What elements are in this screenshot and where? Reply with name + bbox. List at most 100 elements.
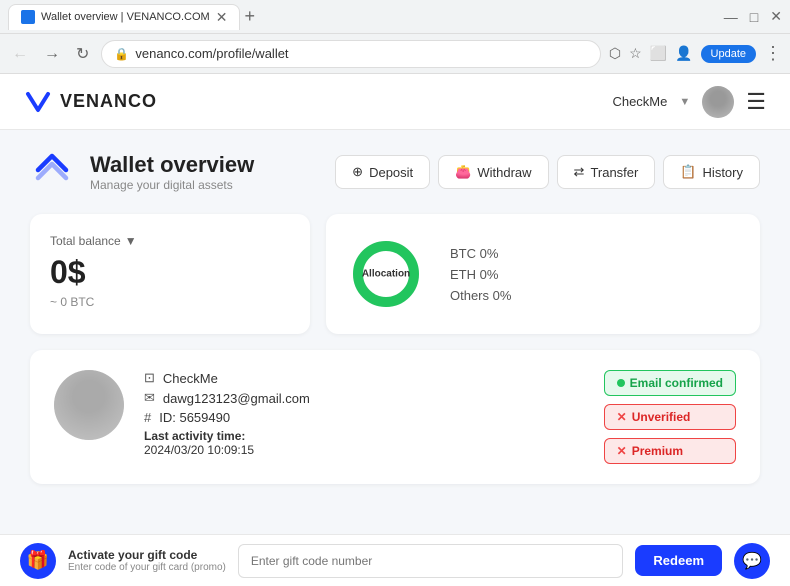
update-button[interactable]: Update — [701, 45, 756, 63]
header-right: CheckMe ▼ ☰ — [612, 86, 766, 118]
dropdown-arrow: ▼ — [679, 96, 690, 108]
balance-amount: 0$ — [50, 254, 290, 291]
cast-icon[interactable]: ⬡ — [609, 45, 621, 62]
cards-row: Total balance ▼ 0$ ~ 0 BTC Allocation BT… — [30, 214, 760, 334]
transfer-button[interactable]: ⇄ Transfer — [557, 155, 656, 189]
history-icon: 📋 — [680, 164, 696, 180]
unverified-label: Unverified — [632, 410, 691, 424]
history-label: History — [703, 165, 743, 180]
bottom-bar: 🎁 Activate your gift code Enter code of … — [0, 534, 790, 586]
balance-label: Total balance ▼ — [50, 234, 290, 248]
gift-icon-area: 🎁 — [20, 543, 56, 579]
profile-id: ID: 5659490 — [159, 410, 230, 425]
profile-email-row: ✉ dawg123123@gmail.com — [144, 390, 584, 406]
balance-dropdown-icon: ▼ — [125, 234, 137, 248]
gift-code-input[interactable] — [238, 544, 624, 578]
allocation-items: BTC 0% ETH 0% Others 0% — [450, 246, 511, 303]
browser-titlebar: Wallet overview | VENANCO.COM ✕ + — □ ✕ — [0, 0, 790, 34]
profile-name: CheckMe — [163, 371, 218, 386]
profile-avatar-image — [54, 370, 124, 440]
deposit-button[interactable]: ⊕ Deposit — [335, 155, 430, 189]
wallet-title-area: Wallet overview Manage your digital asse… — [90, 152, 254, 192]
premium-badge: ✕ Premium — [604, 438, 736, 464]
lock-icon: 🔒 — [114, 47, 129, 61]
browser-menu-button[interactable]: ⋮ — [764, 43, 782, 64]
addressbar-actions: ⬡ ☆ ⬜ 👤 Update ⋮ — [609, 43, 782, 64]
gift-title: Activate your gift code — [68, 548, 226, 562]
chat-button[interactable]: 💬 — [734, 543, 770, 579]
allocation-card: Allocation BTC 0% ETH 0% Others 0% — [326, 214, 760, 334]
alloc-item-others: Others 0% — [450, 288, 511, 303]
forward-button[interactable]: → — [40, 41, 64, 67]
badge-dot-icon — [617, 379, 625, 387]
premium-label: Premium — [632, 444, 683, 458]
wallet-title: Wallet overview — [90, 152, 254, 178]
action-buttons: ⊕ Deposit 👛 Withdraw ⇄ Transfer 📋 Histor… — [335, 155, 760, 189]
alloc-item-btc: BTC 0% — [450, 246, 511, 261]
maximize-button[interactable]: □ — [750, 9, 758, 25]
transfer-label: Transfer — [590, 165, 638, 180]
profile-email-icon: ✉ — [144, 390, 155, 406]
new-tab-button[interactable]: + — [244, 6, 255, 27]
address-bar[interactable]: 🔒 venanco.com/profile/wallet — [101, 40, 600, 68]
gift-text-area: Activate your gift code Enter code of yo… — [68, 548, 226, 573]
transfer-icon: ⇄ — [574, 164, 585, 180]
withdraw-icon: 👛 — [455, 164, 471, 180]
refresh-button[interactable]: ↻ — [72, 40, 93, 68]
logo-name: VENANCO — [60, 91, 157, 112]
tab-favicon — [21, 10, 35, 24]
url-text: venanco.com/profile/wallet — [135, 46, 288, 61]
balance-btc: ~ 0 BTC — [50, 295, 290, 309]
logo-svg — [24, 88, 52, 116]
profile-last-activity-label: Last activity time: — [144, 429, 584, 443]
avatar-image — [702, 86, 734, 118]
gift-subtitle: Enter code of your gift card (promo) — [68, 562, 226, 573]
hamburger-menu-button[interactable]: ☰ — [746, 89, 766, 115]
profile-avatar — [54, 370, 124, 440]
profile-card: ⊡ CheckMe ✉ dawg123123@gmail.com # ID: 5… — [30, 350, 760, 484]
badge-premium-x-icon: ✕ — [617, 444, 627, 458]
redeem-label: Redeem — [653, 553, 704, 568]
gift-icon: 🎁 — [27, 550, 49, 571]
back-button[interactable]: ← — [8, 41, 32, 67]
profile-section: ⊡ CheckMe ✉ dawg123123@gmail.com # ID: 5… — [30, 350, 760, 484]
badge-x-icon: ✕ — [617, 410, 627, 424]
close-button[interactable]: ✕ — [770, 8, 782, 25]
extensions-icon[interactable]: ⬜ — [650, 45, 667, 62]
email-confirmed-badge: Email confirmed — [604, 370, 736, 396]
wallet-subtitle: Manage your digital assets — [90, 178, 254, 192]
wallet-icon-area — [30, 150, 74, 194]
tab-title: Wallet overview | VENANCO.COM — [41, 11, 210, 23]
profile-last-activity-time: 2024/03/20 10:09:15 — [144, 443, 584, 457]
browser-controls: — □ ✕ — [724, 8, 782, 25]
site-header: VENANCO CheckMe ▼ ☰ — [0, 74, 790, 130]
profile-info: ⊡ CheckMe ✉ dawg123123@gmail.com # ID: 5… — [144, 370, 584, 457]
tab-close-button[interactable]: ✕ — [216, 9, 228, 26]
unverified-badge: ✕ Unverified — [604, 404, 736, 430]
profile-email: dawg123123@gmail.com — [163, 391, 310, 406]
profile-id-row: # ID: 5659490 — [144, 410, 584, 425]
avatar[interactable] — [702, 86, 734, 118]
email-confirmed-label: Email confirmed — [630, 376, 723, 390]
user-name: CheckMe — [612, 94, 667, 109]
alloc-item-eth: ETH 0% — [450, 267, 511, 282]
withdraw-label: Withdraw — [477, 165, 531, 180]
balance-card: Total balance ▼ 0$ ~ 0 BTC — [30, 214, 310, 334]
bookmark-icon[interactable]: ☆ — [629, 45, 642, 62]
withdraw-button[interactable]: 👛 Withdraw — [438, 155, 548, 189]
logo-v-icon — [24, 88, 52, 116]
donut-label: Allocation — [362, 269, 410, 280]
balance-label-text: Total balance — [50, 234, 121, 248]
deposit-icon: ⊕ — [352, 164, 363, 180]
update-label: Update — [711, 48, 746, 60]
minimize-button[interactable]: — — [724, 9, 738, 25]
browser-tab[interactable]: Wallet overview | VENANCO.COM ✕ — [8, 4, 240, 30]
page-content: Wallet overview Manage your digital asse… — [0, 130, 790, 504]
profile-icon[interactable]: 👤 — [675, 45, 692, 62]
wallet-overview-icon — [30, 150, 74, 194]
history-button[interactable]: 📋 History — [663, 155, 760, 189]
donut-chart: Allocation — [346, 234, 426, 314]
profile-name-row: ⊡ CheckMe — [144, 370, 584, 386]
site-wrapper: VENANCO CheckMe ▼ ☰ Wallet overview Mana… — [0, 74, 790, 586]
redeem-button[interactable]: Redeem — [635, 545, 722, 576]
